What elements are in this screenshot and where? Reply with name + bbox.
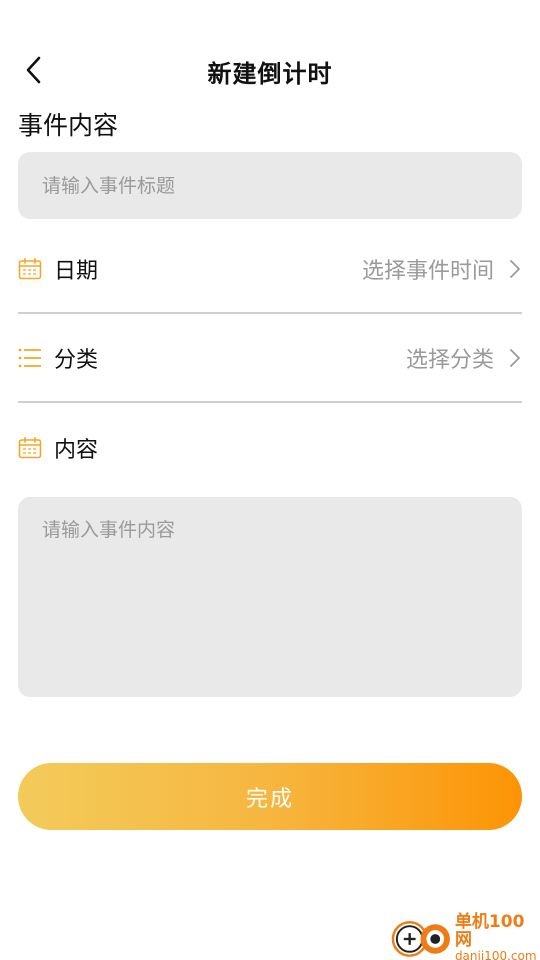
list-icon (18, 346, 42, 370)
event-content-label: 事件内容 (18, 111, 119, 140)
new-countdown-page: 新建倒计时 事件内容 日期 选择事件时间 (0, 0, 540, 960)
category-label: 分类 (54, 347, 99, 373)
category-value[interactable]: 选择分类 (406, 342, 494, 374)
calendar-icon (18, 436, 42, 460)
done-button[interactable]: 完成 (18, 763, 522, 830)
watermark: 单机100网 danji100.com (390, 911, 540, 960)
content-row: 内容 (18, 403, 522, 492)
content-label: 内容 (54, 437, 99, 463)
header: 新建倒计时 (0, 40, 540, 100)
danji100-logo-icon (391, 921, 450, 957)
event-content-textarea[interactable] (18, 497, 522, 697)
watermark-name: 单机100网 (454, 911, 525, 950)
calendar-icon (18, 257, 42, 281)
event-title-input[interactable] (18, 152, 522, 219)
chevron-right-icon (508, 346, 522, 370)
date-value[interactable]: 选择事件时间 (362, 253, 494, 285)
date-row[interactable]: 日期 选择事件时间 (18, 225, 522, 314)
category-row[interactable]: 分类 选择分类 (18, 314, 522, 403)
page-title: 新建倒计时 (207, 60, 333, 88)
date-label: 日期 (54, 258, 99, 284)
watermark-url: danji100.com (454, 948, 537, 960)
chevron-right-icon (508, 257, 522, 281)
